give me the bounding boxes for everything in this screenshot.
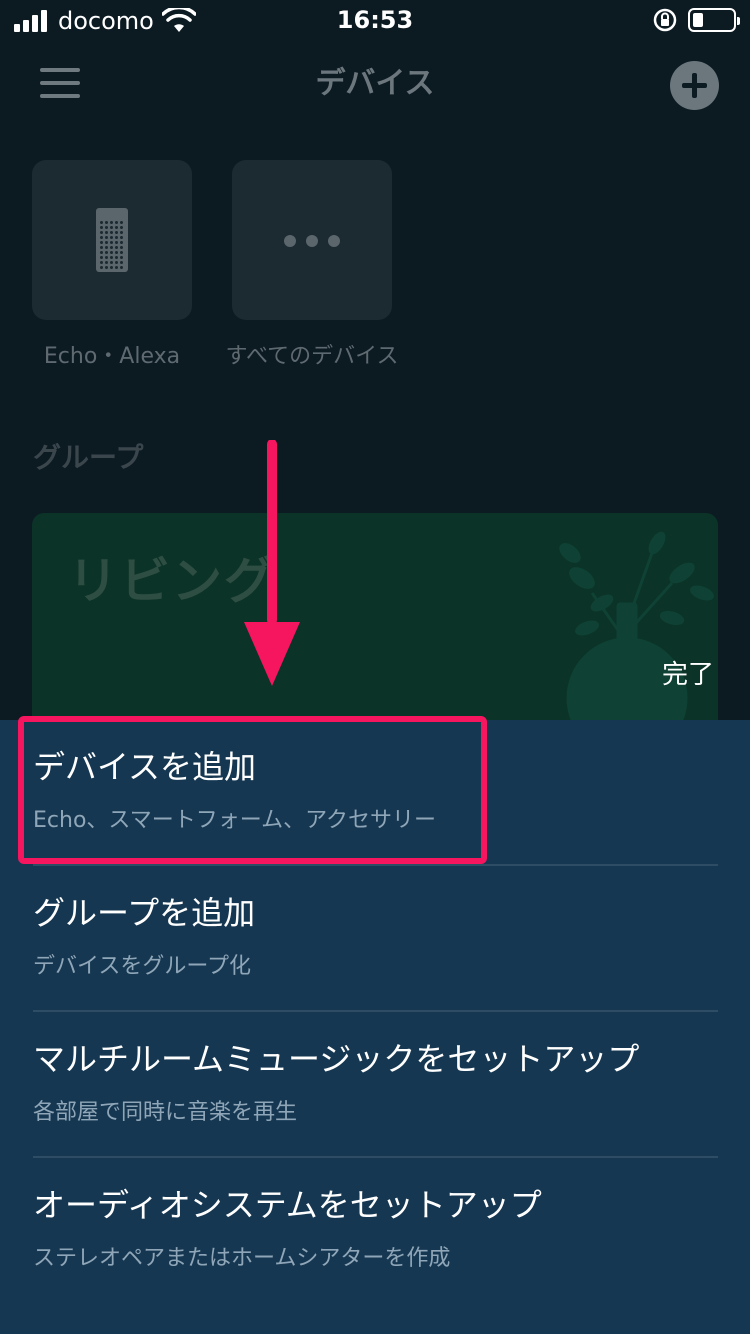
divider	[33, 1010, 718, 1012]
done-button[interactable]: 完了	[662, 654, 714, 691]
multiroom-music-subtitle: 各部屋で同時に音楽を再生	[33, 1100, 298, 1125]
tile-echo-alexa[interactable]	[32, 160, 192, 320]
audio-system-title: オーディオシステムをセットアップ	[33, 1186, 542, 1224]
audio-system-item[interactable]: オーディオシステムをセットアップ ステレオペアまたはホームシアターを作成	[33, 1180, 718, 1272]
clock: 16:53	[336, 6, 414, 34]
divider	[33, 1156, 718, 1158]
echo-speaker-icon	[96, 208, 128, 272]
groups-heading: グループ	[33, 441, 144, 474]
divider	[33, 864, 718, 866]
tile-echo-alexa-label: Echo・Alexa	[43, 344, 181, 369]
tile-all-devices[interactable]	[232, 160, 392, 320]
group-card-living[interactable]: リビング	[32, 513, 718, 743]
more-dots-icon	[284, 235, 340, 247]
add-device-plus-button[interactable]	[670, 61, 719, 110]
highlight-box	[18, 716, 487, 864]
status-bar: docomo 16:53	[0, 0, 750, 44]
battery-icon	[688, 8, 740, 32]
status-right	[652, 7, 740, 33]
audio-system-subtitle: ステレオペアまたはホームシアターを作成	[33, 1246, 451, 1271]
multiroom-music-title: マルチルームミュージックをセットアップ	[33, 1040, 640, 1078]
rotation-lock-icon	[653, 8, 677, 32]
tile-all-devices-label: すべてのデバイス	[225, 344, 399, 369]
page-title: デバイス	[315, 66, 435, 101]
add-group-item[interactable]: グループを追加 デバイスをグループ化	[33, 888, 718, 980]
add-group-subtitle: デバイスをグループ化	[33, 954, 252, 979]
multiroom-music-item[interactable]: マルチルームミュージックをセットアップ 各部屋で同時に音楽を再生	[33, 1034, 718, 1126]
pointer-arrow-icon	[244, 440, 300, 686]
plant-illustration-icon	[559, 531, 714, 743]
add-group-title: グループを追加	[33, 894, 256, 932]
